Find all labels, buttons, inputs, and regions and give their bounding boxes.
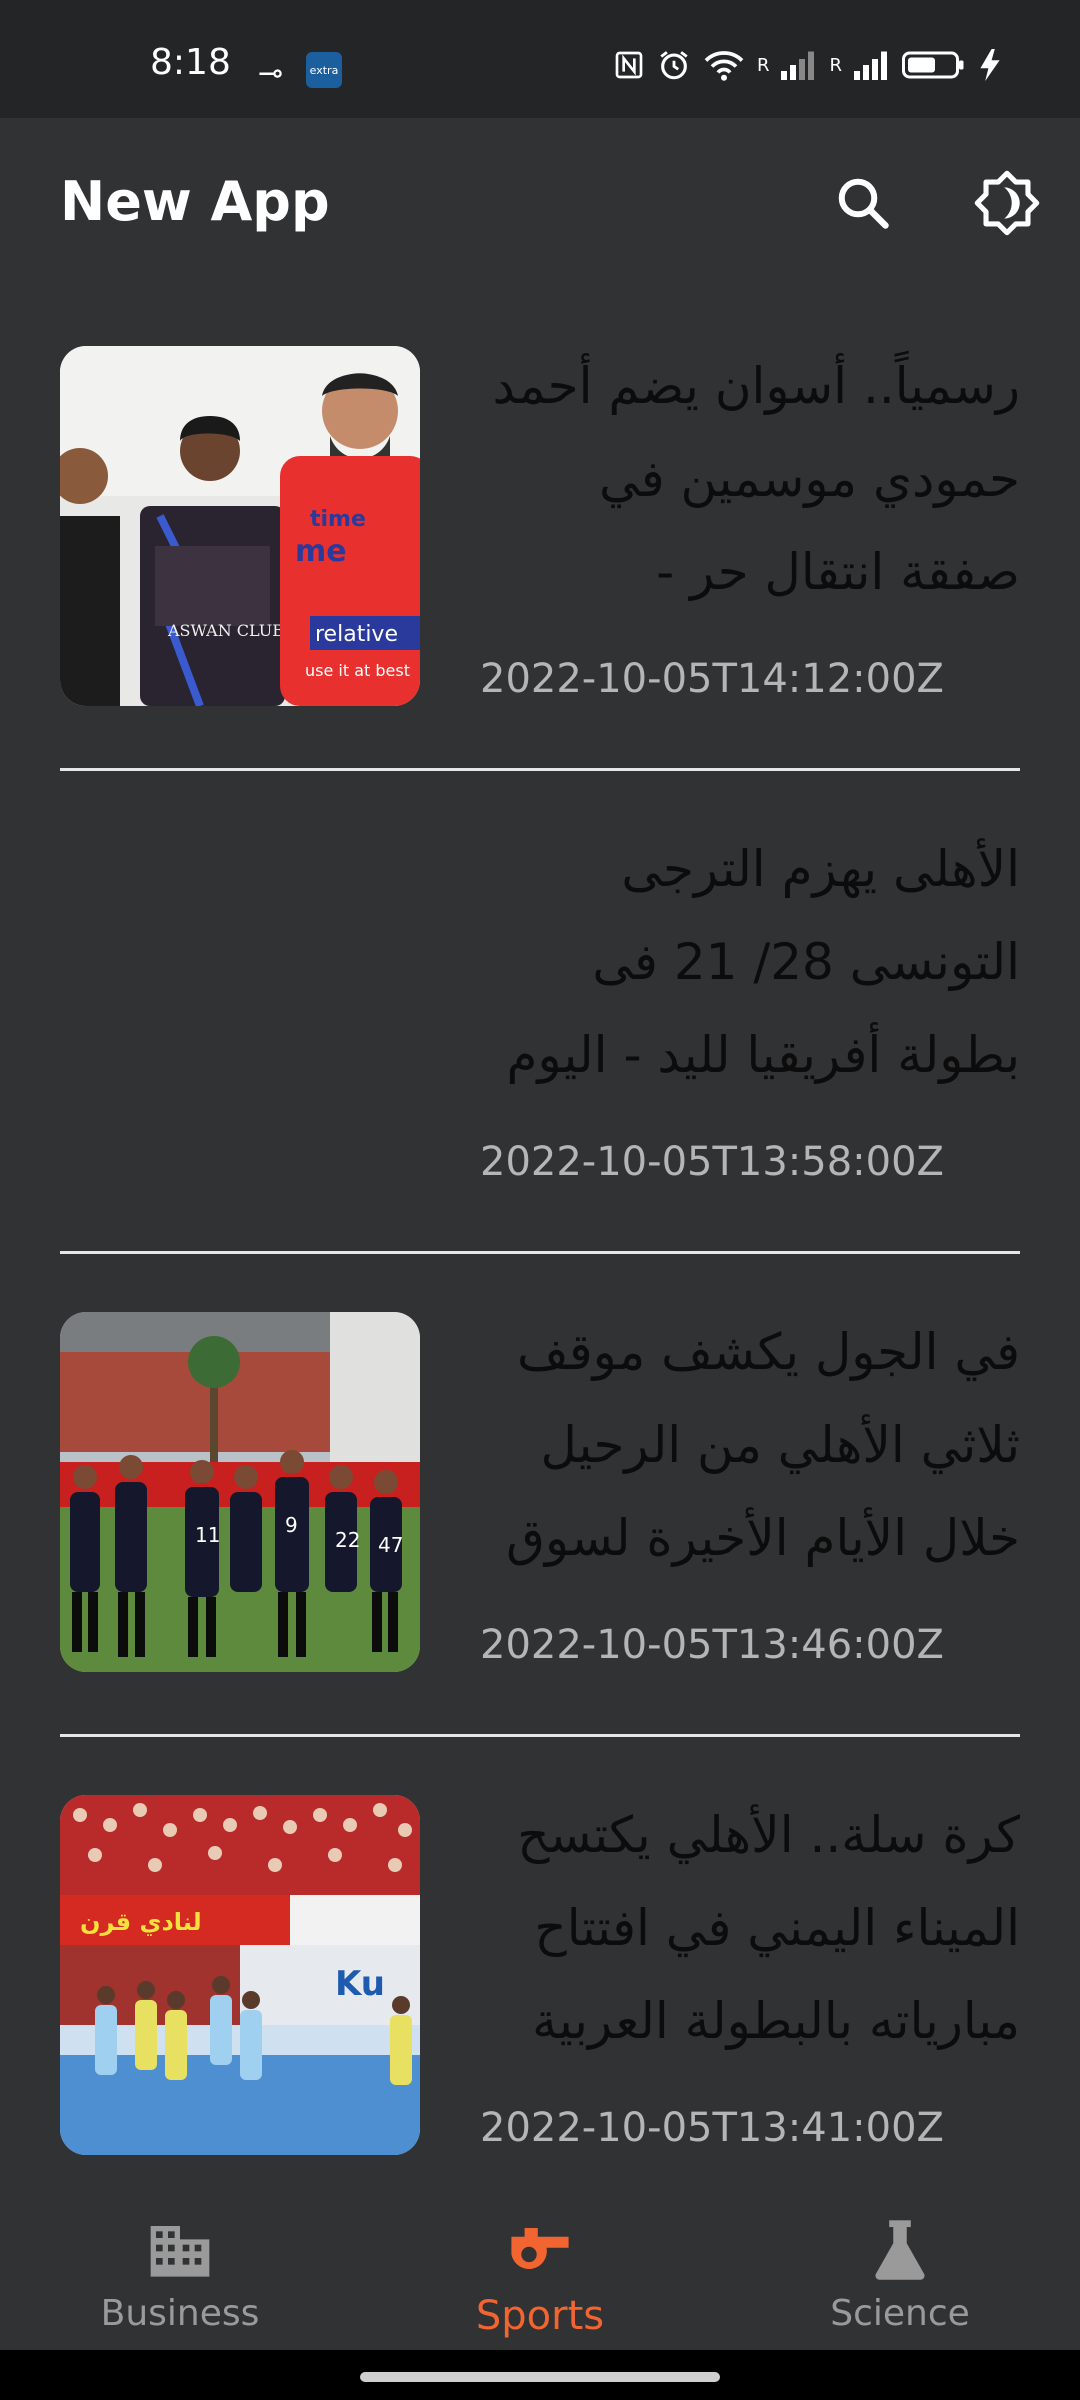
nav-label: Business	[100, 2293, 260, 2334]
svg-text:use it at best: use it at best	[305, 661, 410, 680]
app-bar: New App	[0, 118, 1080, 288]
article-time: 2022-10-05T13:58:00Z	[480, 1139, 944, 1185]
svg-text:9: 9	[285, 1513, 298, 1537]
nav-item-business[interactable]: Business	[0, 2195, 360, 2350]
key-icon: ⊸	[258, 56, 284, 91]
svg-text:لنادي قرن: لنادي قرن	[80, 1908, 202, 1936]
signal-icon	[854, 51, 887, 80]
article-title: رسمياً.. أسوان يضم أحمد حمودي موسمين في …	[492, 357, 1020, 601]
svg-text:relative: relative	[315, 622, 398, 647]
status-icons: R R	[613, 48, 1000, 82]
theme-toggle-button[interactable]	[972, 168, 1042, 238]
article-time: 2022-10-05T14:12:00Z	[480, 656, 944, 702]
svg-text:22: 22	[335, 1528, 360, 1552]
svg-text:time: time	[310, 507, 366, 532]
svg-text:11: 11	[195, 1523, 220, 1547]
signal-icon	[781, 51, 815, 80]
app-screen: 8:18 ⊸ extra R R New App ASWAN CLUB time…	[0, 0, 1080, 2400]
bottom-navigation: Business Sports Science	[0, 2195, 1080, 2350]
article-thumbnail: ASWAN CLUB time me relative use it at be…	[60, 346, 420, 706]
article-card[interactable]: 11 9 22 47 في الجول يكشف موقف ثلاثي الأه…	[0, 1254, 1080, 1737]
signal-label: R	[756, 54, 770, 76]
svg-text:47: 47	[378, 1533, 403, 1557]
flask-icon	[875, 2220, 925, 2280]
article-card[interactable]: لنادي قرن Ku كرة سلة.. الأهلي يكتسح المي…	[0, 1737, 1080, 2220]
article-title: الأهلى يهزم الترجى التونسى 28/ 21 فى بطو…	[506, 840, 1020, 1084]
app-title: New App	[60, 170, 330, 233]
article-title: في الجول يكشف موقف ثلاثي الأهلي من الرحي…	[506, 1323, 1020, 1567]
article-card[interactable]: الأهلى يهزم الترجى التونسى 28/ 21 فى بطو…	[0, 771, 1080, 1254]
article-list: ASWAN CLUB time me relative use it at be…	[0, 288, 1080, 2220]
article-title: كرة سلة.. الأهلي يكتسح الميناء اليمني في…	[517, 1806, 1020, 2050]
svg-text:me: me	[295, 534, 347, 569]
article-card[interactable]: ASWAN CLUB time me relative use it at be…	[0, 288, 1080, 771]
alarm-icon	[660, 51, 688, 80]
svg-text:Ku: Ku	[335, 1964, 385, 2004]
battery-icon	[902, 51, 964, 79]
article-thumbnail: 11 9 22 47	[60, 1312, 420, 1672]
business-icon	[150, 2226, 210, 2277]
home-indicator[interactable]	[360, 2372, 720, 2382]
status-bar: 8:18 ⊸ extra R R	[0, 0, 1080, 118]
wifi-icon	[704, 51, 744, 81]
nav-label: Sports	[475, 2293, 605, 2339]
charging-icon	[980, 49, 1000, 81]
article-thumbnail: لنادي قرن Ku	[60, 1795, 420, 2155]
article-time: 2022-10-05T13:41:00Z	[480, 2105, 944, 2151]
svg-text:ASWAN CLUB: ASWAN CLUB	[167, 621, 284, 640]
gesture-bar	[0, 2350, 1080, 2400]
nfc-icon	[615, 51, 643, 79]
status-time: 8:18	[150, 42, 231, 83]
brightness-icon	[974, 170, 1040, 236]
search-icon	[838, 178, 889, 229]
signal-label: R	[829, 54, 842, 76]
nav-item-sports[interactable]: Sports	[360, 2195, 720, 2350]
notification-app-icon: extra	[306, 52, 342, 88]
nav-label: Science	[830, 2293, 970, 2334]
nav-item-science[interactable]: Science	[720, 2195, 1080, 2350]
article-time: 2022-10-05T13:46:00Z	[480, 1622, 944, 1668]
search-button[interactable]	[828, 168, 898, 238]
whistle-icon	[511, 2228, 569, 2270]
